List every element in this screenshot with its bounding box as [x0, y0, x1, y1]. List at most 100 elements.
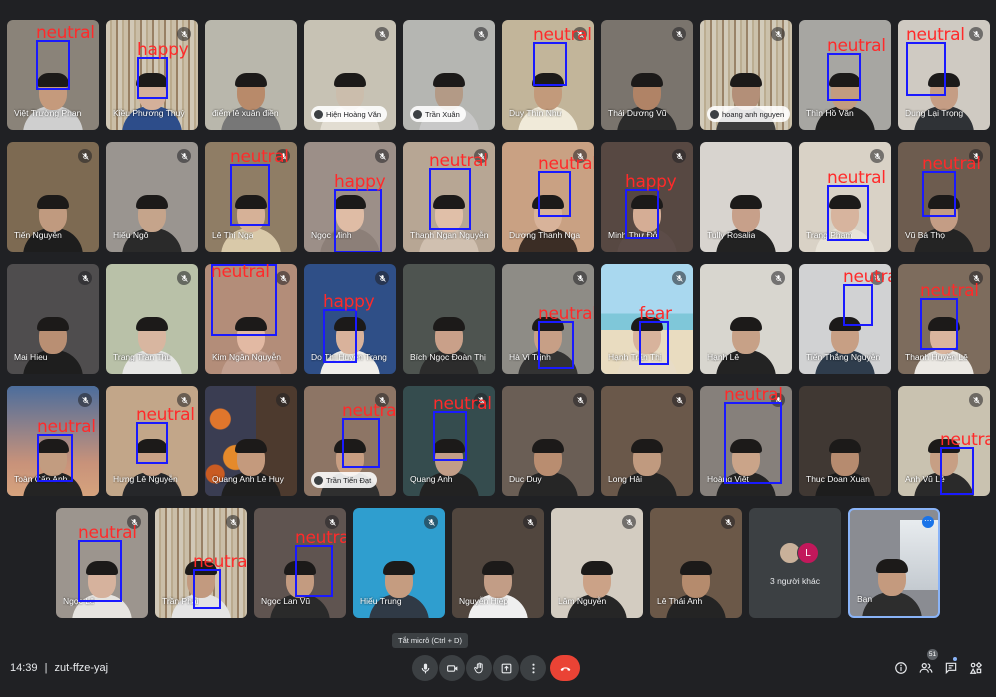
- other-participants-tile[interactable]: L 3 người khác: [749, 508, 841, 618]
- participant-tile[interactable]: Duy Thìn Như neutral: [502, 20, 594, 130]
- participant-tile[interactable]: Do Thị Huyền Trang happy: [304, 264, 396, 374]
- mic-off-icon: [474, 27, 488, 41]
- participant-name: Tiến Thắng Nguyễn: [806, 352, 881, 362]
- end-call-button[interactable]: [550, 655, 580, 681]
- face-detection-box: [433, 411, 467, 461]
- participant-tile[interactable]: Thanh Ngan Nguyễn neutral: [403, 142, 495, 252]
- activities-icon: [969, 661, 983, 674]
- face-detection-box: [639, 321, 669, 365]
- participant-tile[interactable]: Minh Thư Đỗ happy: [601, 142, 693, 252]
- participant-tile[interactable]: Lê Thái Anh: [650, 508, 742, 618]
- mic-off-icon: [573, 393, 587, 407]
- face-detection-box: [920, 298, 958, 350]
- emotion-label: neutral: [533, 25, 592, 45]
- tile-more-options-button[interactable]: ⋯: [922, 516, 934, 528]
- participant-tile[interactable]: Trần Phái neutral: [155, 508, 247, 618]
- participant-tile[interactable]: Toàn Cấn Anh neutral: [7, 386, 99, 496]
- meeting-info-button[interactable]: [893, 660, 909, 676]
- participant-tile[interactable]: Bích Ngọc Đoàn Thị: [403, 264, 495, 374]
- participant-tile[interactable]: Dung Lại Trọng neutral: [898, 20, 990, 130]
- participant-tile[interactable]: Kim Ngân Nguyễn neutral: [205, 264, 297, 374]
- participant-video: [23, 195, 83, 252]
- participant-tile[interactable]: Hưng Lê Nguyễn neutral: [106, 386, 198, 496]
- participant-tile[interactable]: Trần Tiến Đạt neutral: [304, 386, 396, 496]
- participant-tile[interactable]: Hiếu Trung: [353, 508, 445, 618]
- participant-name: Lâm Nguyễn: [558, 596, 607, 606]
- face-detection-box: [136, 422, 168, 464]
- info-icon: [895, 662, 907, 674]
- participant-tile[interactable]: Việt Trường Phan neutral: [7, 20, 99, 130]
- participant-tile[interactable]: hoang anh nguyen: [700, 20, 792, 130]
- participant-tile[interactable]: Ngọc Minh happy: [304, 142, 396, 252]
- emotion-label: fear: [639, 304, 672, 324]
- participant-tile[interactable]: Anh Vũ Lê neutral: [898, 386, 990, 496]
- camera-button[interactable]: [439, 655, 465, 681]
- emotion-label: neutral: [433, 394, 492, 414]
- participant-tile[interactable]: Lâm Nguyễn: [551, 508, 643, 618]
- emotion-label: neutral: [922, 154, 981, 174]
- participant-tile[interactable]: Hoàng Việt neutral: [700, 386, 792, 496]
- participant-tile[interactable]: Quang Anh neutral: [403, 386, 495, 496]
- participant-tile[interactable]: điểm lê xuân điền: [205, 20, 297, 130]
- participant-tile[interactable]: Thái Dương Vũ: [601, 20, 693, 130]
- participant-tile[interactable]: Vũ Bá Thọ neutral: [898, 142, 990, 252]
- participant-tile[interactable]: Dương Thanh Nga neutral: [502, 142, 594, 252]
- participant-tile[interactable]: Hà Vi Trịnh neutral: [502, 264, 594, 374]
- participant-name: Vũ Bá Thọ: [905, 230, 946, 240]
- participant-name: Lê Thị Nga: [212, 230, 254, 240]
- participant-tile[interactable]: Nguyễn Hiệp: [452, 508, 544, 618]
- participant-tile[interactable]: Tiến Thắng Nguyễn neutral: [799, 264, 891, 374]
- participant-tile[interactable]: Hạnh Lê: [700, 264, 792, 374]
- participant-tile[interactable]: Tiến Nguyễn: [7, 142, 99, 252]
- participant-tile[interactable]: Trang Trần Thu: [106, 264, 198, 374]
- chat-button[interactable]: [943, 660, 959, 676]
- activities-button[interactable]: [968, 660, 984, 676]
- participant-tile[interactable]: Ngọc Lan Vũ neutral: [254, 508, 346, 618]
- emotion-label: neutral: [295, 528, 346, 548]
- emotion-label: happy: [137, 40, 189, 60]
- face-detection-box: [323, 309, 357, 363]
- participant-tile[interactable]: Hạnh Trần Thị fear: [601, 264, 693, 374]
- participant-tile[interactable]: Hiếu Ngô: [106, 142, 198, 252]
- participant-tile[interactable]: Thìn Hồ Văn neutral: [799, 20, 891, 130]
- speaking-mic-icon: [314, 475, 323, 485]
- participant-name: Ngọc Lan Vũ: [261, 596, 311, 606]
- participant-tile[interactable]: Hiện Hoàng Văn: [304, 20, 396, 130]
- participant-name: hoang anh nguyen: [722, 109, 785, 119]
- participant-name: Dung Lại Trọng: [905, 108, 964, 118]
- emotion-label: happy: [625, 172, 677, 192]
- mic-off-icon: [375, 149, 389, 163]
- chat-notification-dot: [953, 657, 957, 661]
- more-options-button[interactable]: [520, 655, 546, 681]
- participant-tile[interactable]: Long Hải: [601, 386, 693, 496]
- participant-tile[interactable]: Tully Rosalia: [700, 142, 792, 252]
- participant-name: Anh Vũ Lê: [905, 474, 945, 484]
- emotion-label: neutral: [78, 523, 137, 543]
- emotion-label: neutral: [724, 386, 783, 405]
- mic-off-icon: [523, 515, 537, 529]
- participant-tile[interactable]: Quang Anh Lê Huy: [205, 386, 297, 496]
- raise-hand-button[interactable]: [466, 655, 492, 681]
- participant-tile[interactable]: Kiều Phương Thuý happy: [106, 20, 198, 130]
- details-separator: |: [44, 662, 48, 674]
- emotion-label: neutral: [36, 23, 95, 43]
- participant-tile[interactable]: Ngọc Lê neutral: [56, 508, 148, 618]
- face-detection-box: [78, 540, 122, 602]
- present-button[interactable]: [493, 655, 519, 681]
- participant-tile[interactable]: Lê Thị Nga neutral: [205, 142, 297, 252]
- speaking-mic-icon: [314, 109, 323, 119]
- mic-button[interactable]: [412, 655, 438, 681]
- people-button[interactable]: [918, 660, 934, 676]
- participant-tile[interactable]: Trang Phạm neutral: [799, 142, 891, 252]
- participant-tile[interactable]: Thanh Huyền Lê neutral: [898, 264, 990, 374]
- participant-tile[interactable]: Mai Hieu: [7, 264, 99, 374]
- participant-tile[interactable]: Thuc Doan Xuan: [799, 386, 891, 496]
- participant-video: [23, 317, 83, 374]
- mic-off-icon: [276, 271, 290, 285]
- participant-name: Thìn Hồ Văn: [806, 108, 854, 118]
- mic-off-icon: [78, 271, 92, 285]
- self-view-tile[interactable]: Bạn ⋯: [848, 508, 940, 618]
- participant-tile[interactable]: Trần Xuân: [403, 20, 495, 130]
- participant-tile[interactable]: Duc Duy: [502, 386, 594, 496]
- participant-video: [122, 195, 182, 252]
